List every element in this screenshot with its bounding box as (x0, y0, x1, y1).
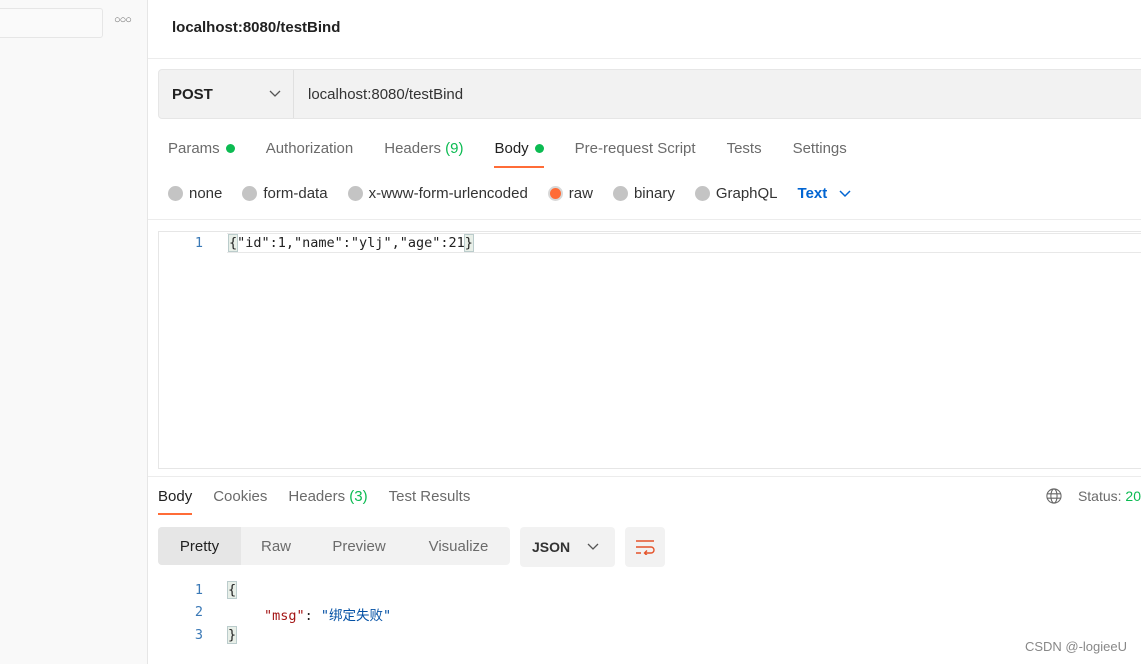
brace: { (226, 581, 238, 599)
brace: } (463, 234, 474, 252)
wrap-lines-button[interactable] (625, 527, 665, 567)
line-number: 1 (194, 582, 203, 598)
sidebar-search-input[interactable] (0, 8, 103, 38)
method-select[interactable]: POST (159, 70, 294, 118)
tab-settings[interactable]: Settings (793, 140, 847, 167)
radio-raw[interactable]: raw (547, 185, 593, 202)
response-format-select[interactable]: JSON (520, 527, 615, 567)
response-line: "msg": "绑定失败" (264, 604, 391, 624)
code-text: "id":1,"name":"ylj","age":21 (237, 235, 465, 251)
tab-body[interactable]: Body (494, 140, 544, 168)
sidebar: ○○○ (0, 0, 148, 664)
tab-tests[interactable]: Tests (727, 140, 762, 167)
line-number: 1 (194, 235, 203, 251)
status-dot (225, 144, 235, 153)
json-value: "绑定失败" (320, 608, 392, 624)
radio-label: none (189, 185, 223, 202)
radio-circle-selected (547, 186, 563, 201)
main-panel: localhost:8080/testBind POST localhost:8… (148, 0, 1141, 664)
tab-label: Authorization (265, 140, 354, 157)
headers-count: (9) (445, 140, 464, 157)
brace: } (226, 626, 238, 644)
tab-label: Headers (384, 140, 441, 157)
brace: { (227, 234, 239, 252)
tab-label: Settings (792, 140, 847, 157)
view-visualize[interactable]: Visualize (407, 527, 510, 565)
chevron-down-icon (587, 543, 599, 550)
code-line: {"id":1,"name":"ylj","age":21} (227, 234, 474, 252)
method-label: POST (172, 85, 213, 103)
tab-label: Body (494, 140, 529, 157)
url-bar: POST localhost:8080/testBind (158, 69, 1141, 119)
status-dot (534, 144, 544, 153)
radio-circle (168, 186, 183, 201)
radio-label: binary (633, 185, 675, 202)
radio-binary[interactable]: binary (612, 185, 675, 202)
radio-circle (242, 186, 258, 201)
response-brace-open: { (226, 581, 238, 599)
tab-response-body[interactable]: Body (158, 488, 193, 515)
chevron-down-icon (839, 189, 851, 197)
view-pretty[interactable]: Pretty (158, 527, 241, 565)
json-key: "msg" (264, 608, 305, 624)
headers-count: (3) (349, 488, 368, 505)
tab-response-headers[interactable]: Headers (3) (288, 488, 367, 514)
tab-label: Pre-request Script (574, 140, 696, 157)
radio-label: GraphQL (715, 185, 778, 202)
view-mode-tabs: Pretty Raw Preview Visualize (158, 527, 510, 565)
json-colon: : (304, 608, 321, 624)
divider (148, 58, 1141, 59)
tab-authorization[interactable]: Authorization (266, 140, 354, 167)
radio-form-data[interactable]: form-data (242, 185, 328, 202)
radio-circle (612, 186, 628, 201)
view-preview[interactable]: Preview (311, 527, 407, 565)
radio-label: raw (568, 185, 593, 202)
tab-cookies[interactable]: Cookies (213, 488, 267, 514)
tab-label: Tests (726, 140, 762, 157)
body-type-radios: none form-data x-www-form-urlencoded raw… (168, 185, 851, 202)
status-value: 20 (1125, 488, 1141, 504)
wrap-lines-icon (636, 540, 655, 555)
request-tabs: Params Authorization Headers (9) Body Pr… (168, 140, 878, 168)
radio-label: x-www-form-urlencoded (368, 185, 528, 202)
radio-circle (694, 186, 710, 201)
view-raw[interactable]: Raw (241, 527, 311, 565)
tab-label: Params (168, 140, 220, 157)
divider (148, 476, 1141, 477)
raw-format-select[interactable]: Text (798, 185, 852, 202)
tab-headers[interactable]: Headers (9) (384, 140, 463, 167)
request-body-editor[interactable]: 1 {"id":1,"name":"ylj","age":21} (158, 231, 1141, 469)
radio-none[interactable]: none (168, 185, 222, 202)
format-label: JSON (532, 539, 571, 555)
radio-graphql[interactable]: GraphQL (694, 185, 778, 202)
radio-label: form-data (263, 185, 328, 202)
tab-test-results[interactable]: Test Results (389, 488, 471, 514)
response-status: Status: 20 (1046, 487, 1141, 505)
request-title[interactable]: localhost:8080/testBind (172, 19, 340, 36)
tab-params[interactable]: Params (168, 140, 235, 167)
divider (148, 219, 1141, 220)
url-input[interactable]: localhost:8080/testBind (294, 86, 463, 103)
response-tabs: Body Cookies Headers (3) Test Results (158, 488, 491, 515)
watermark: CSDN @-logieeU (1024, 639, 1127, 654)
radio-circle (347, 186, 363, 201)
status-label: Status: (1077, 488, 1122, 504)
raw-format-label: Text (797, 185, 828, 202)
line-number: 2 (194, 604, 203, 620)
chevron-down-icon (269, 90, 281, 97)
response-brace-close: } (226, 626, 238, 644)
radio-x-www-form-urlencoded[interactable]: x-www-form-urlencoded (347, 185, 528, 202)
line-number: 3 (194, 627, 203, 643)
tab-pre-request-script[interactable]: Pre-request Script (575, 140, 696, 167)
tab-label: Headers (288, 488, 346, 505)
more-horizontal-icon[interactable]: ○○○ (114, 14, 132, 26)
globe-icon[interactable] (1046, 487, 1062, 505)
